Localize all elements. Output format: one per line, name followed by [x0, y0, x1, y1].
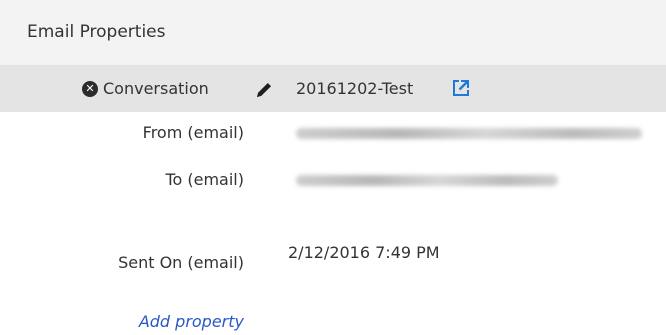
to-label: To (email): [165, 170, 244, 189]
remove-conversation-icon[interactable]: ✕: [82, 81, 98, 97]
panel-title: Email Properties: [27, 22, 166, 42]
sent-on-value: 2/12/2016 7:49 PM: [288, 243, 440, 262]
from-label: From (email): [142, 123, 244, 142]
from-value-redacted: [296, 128, 642, 139]
external-link-icon[interactable]: [451, 78, 471, 98]
to-value-redacted: [296, 175, 558, 186]
conversation-value: 20161202-Test: [296, 79, 414, 98]
sent-on-label: Sent On (email): [118, 253, 244, 272]
add-property-link[interactable]: Add property: [0, 312, 244, 331]
conversation-label: Conversation: [103, 79, 209, 98]
conversation-row: ✕ Conversation 20161202-Test: [0, 66, 666, 112]
panel-header: Email Properties: [0, 0, 666, 66]
pencil-icon[interactable]: [254, 80, 274, 100]
